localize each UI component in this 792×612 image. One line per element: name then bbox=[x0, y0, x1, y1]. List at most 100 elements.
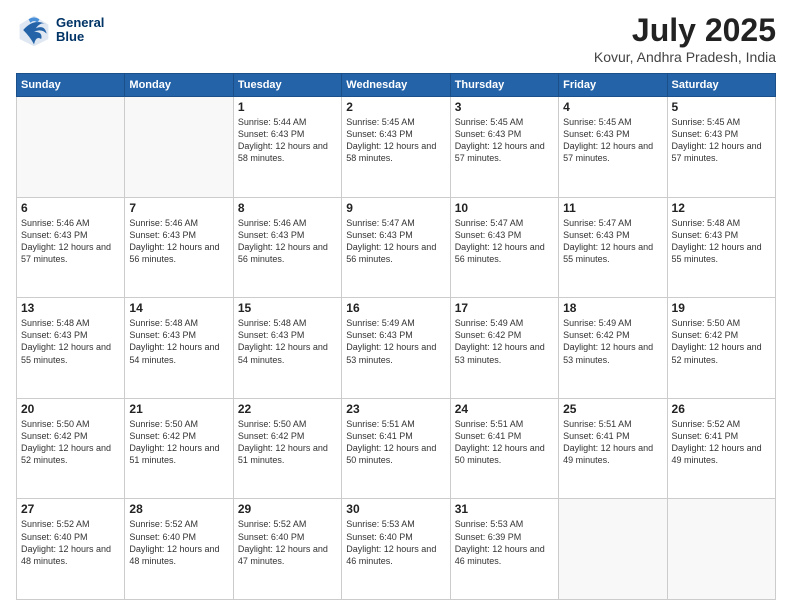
cell-info: Sunrise: 5:46 AM Sunset: 6:43 PM Dayligh… bbox=[238, 217, 337, 266]
day-number: 7 bbox=[129, 201, 228, 215]
calendar-cell: 18 Sunrise: 5:49 AM Sunset: 6:42 PM Dayli… bbox=[559, 298, 667, 399]
cell-info: Sunrise: 5:50 AM Sunset: 6:42 PM Dayligh… bbox=[129, 418, 228, 467]
calendar-row-3: 20 Sunrise: 5:50 AM Sunset: 6:42 PM Dayli… bbox=[17, 398, 776, 499]
day-number: 2 bbox=[346, 100, 445, 114]
day-number: 13 bbox=[21, 301, 120, 315]
calendar-row-4: 27 Sunrise: 5:52 AM Sunset: 6:40 PM Dayli… bbox=[17, 499, 776, 600]
day-number: 16 bbox=[346, 301, 445, 315]
day-number: 30 bbox=[346, 502, 445, 516]
calendar-cell: 20 Sunrise: 5:50 AM Sunset: 6:42 PM Dayli… bbox=[17, 398, 125, 499]
calendar-cell: 27Sunrise: 5:52 AM Sunset: 6:40 PM Dayli… bbox=[17, 499, 125, 600]
day-number: 27 bbox=[21, 502, 120, 516]
day-number: 28 bbox=[129, 502, 228, 516]
cell-info: Sunrise: 5:47 AM Sunset: 6:43 PM Dayligh… bbox=[455, 217, 554, 266]
cell-info: Sunrise: 5:45 AM Sunset: 6:43 PM Dayligh… bbox=[563, 116, 662, 165]
calendar-cell: 10 Sunrise: 5:47 AM Sunset: 6:43 PM Dayli… bbox=[450, 197, 558, 298]
calendar-cell: 26 Sunrise: 5:52 AM Sunset: 6:41 PM Dayli… bbox=[667, 398, 775, 499]
calendar-header-wednesday: Wednesday bbox=[342, 74, 450, 97]
cell-info: Sunrise: 5:48 AM Sunset: 6:43 PM Dayligh… bbox=[129, 317, 228, 366]
logo: General Blue bbox=[16, 12, 104, 48]
calendar-cell: 13Sunrise: 5:48 AM Sunset: 6:43 PM Dayli… bbox=[17, 298, 125, 399]
calendar-cell: 11 Sunrise: 5:47 AM Sunset: 6:43 PM Dayli… bbox=[559, 197, 667, 298]
cell-info: Sunrise: 5:49 AM Sunset: 6:43 PM Dayligh… bbox=[346, 317, 445, 366]
calendar-cell bbox=[559, 499, 667, 600]
calendar-cell: 31 Sunrise: 5:53 AM Sunset: 6:39 PM Dayli… bbox=[450, 499, 558, 600]
calendar-cell: 9Sunrise: 5:47 AM Sunset: 6:43 PM Daylig… bbox=[342, 197, 450, 298]
title-block: July 2025 Kovur, Andhra Pradesh, India bbox=[594, 12, 776, 65]
calendar-cell bbox=[125, 97, 233, 198]
day-number: 26 bbox=[672, 402, 771, 416]
calendar-header-monday: Monday bbox=[125, 74, 233, 97]
calendar-cell: 24Sunrise: 5:51 AM Sunset: 6:41 PM Dayli… bbox=[450, 398, 558, 499]
cell-info: Sunrise: 5:51 AM Sunset: 6:41 PM Dayligh… bbox=[563, 418, 662, 467]
calendar-cell: 15 Sunrise: 5:48 AM Sunset: 6:43 PM Dayli… bbox=[233, 298, 341, 399]
calendar-header-friday: Friday bbox=[559, 74, 667, 97]
cell-info: Sunrise: 5:45 AM Sunset: 6:43 PM Dayligh… bbox=[346, 116, 445, 165]
day-number: 17 bbox=[455, 301, 554, 315]
calendar-cell: 1 Sunrise: 5:44 AM Sunset: 6:43 PM Daylig… bbox=[233, 97, 341, 198]
subtitle: Kovur, Andhra Pradesh, India bbox=[594, 49, 776, 65]
calendar-cell: 30 Sunrise: 5:53 AM Sunset: 6:40 PM Dayli… bbox=[342, 499, 450, 600]
cell-info: Sunrise: 5:50 AM Sunset: 6:42 PM Dayligh… bbox=[21, 418, 120, 467]
day-number: 15 bbox=[238, 301, 337, 315]
cell-info: Sunrise: 5:50 AM Sunset: 6:42 PM Dayligh… bbox=[238, 418, 337, 467]
calendar-cell: 29Sunrise: 5:52 AM Sunset: 6:40 PM Dayli… bbox=[233, 499, 341, 600]
cell-info: Sunrise: 5:52 AM Sunset: 6:41 PM Dayligh… bbox=[672, 418, 771, 467]
page: General Blue July 2025 Kovur, Andhra Pra… bbox=[0, 0, 792, 612]
day-number: 12 bbox=[672, 201, 771, 215]
day-number: 23 bbox=[346, 402, 445, 416]
cell-info: Sunrise: 5:49 AM Sunset: 6:42 PM Dayligh… bbox=[563, 317, 662, 366]
cell-info: Sunrise: 5:45 AM Sunset: 6:43 PM Dayligh… bbox=[455, 116, 554, 165]
calendar-cell: 23 Sunrise: 5:51 AM Sunset: 6:41 PM Dayli… bbox=[342, 398, 450, 499]
logo-text: General Blue bbox=[56, 16, 104, 45]
calendar-cell: 7 Sunrise: 5:46 AM Sunset: 6:43 PM Daylig… bbox=[125, 197, 233, 298]
cell-info: Sunrise: 5:51 AM Sunset: 6:41 PM Dayligh… bbox=[346, 418, 445, 467]
day-number: 25 bbox=[563, 402, 662, 416]
day-number: 10 bbox=[455, 201, 554, 215]
calendar-cell: 3 Sunrise: 5:45 AM Sunset: 6:43 PM Daylig… bbox=[450, 97, 558, 198]
cell-info: Sunrise: 5:46 AM Sunset: 6:43 PM Dayligh… bbox=[129, 217, 228, 266]
day-number: 5 bbox=[672, 100, 771, 114]
cell-info: Sunrise: 5:48 AM Sunset: 6:43 PM Dayligh… bbox=[672, 217, 771, 266]
day-number: 18 bbox=[563, 301, 662, 315]
calendar-header-thursday: Thursday bbox=[450, 74, 558, 97]
day-number: 4 bbox=[563, 100, 662, 114]
day-number: 31 bbox=[455, 502, 554, 516]
calendar-cell: 14 Sunrise: 5:48 AM Sunset: 6:43 PM Dayli… bbox=[125, 298, 233, 399]
cell-info: Sunrise: 5:53 AM Sunset: 6:40 PM Dayligh… bbox=[346, 518, 445, 567]
calendar-header-row: SundayMondayTuesdayWednesdayThursdayFrid… bbox=[17, 74, 776, 97]
calendar-cell: 21Sunrise: 5:50 AM Sunset: 6:42 PM Dayli… bbox=[125, 398, 233, 499]
day-number: 14 bbox=[129, 301, 228, 315]
logo-icon bbox=[16, 12, 52, 48]
cell-info: Sunrise: 5:48 AM Sunset: 6:43 PM Dayligh… bbox=[238, 317, 337, 366]
calendar-cell: 8 Sunrise: 5:46 AM Sunset: 6:43 PM Daylig… bbox=[233, 197, 341, 298]
day-number: 11 bbox=[563, 201, 662, 215]
cell-info: Sunrise: 5:52 AM Sunset: 6:40 PM Dayligh… bbox=[238, 518, 337, 567]
calendar-cell: 6Sunrise: 5:46 AM Sunset: 6:43 PM Daylig… bbox=[17, 197, 125, 298]
day-number: 6 bbox=[21, 201, 120, 215]
calendar-cell: 4 Sunrise: 5:45 AM Sunset: 6:43 PM Daylig… bbox=[559, 97, 667, 198]
header: General Blue July 2025 Kovur, Andhra Pra… bbox=[16, 12, 776, 65]
calendar-row-0: 1 Sunrise: 5:44 AM Sunset: 6:43 PM Daylig… bbox=[17, 97, 776, 198]
cell-info: Sunrise: 5:45 AM Sunset: 6:43 PM Dayligh… bbox=[672, 116, 771, 165]
calendar-cell: 12 Sunrise: 5:48 AM Sunset: 6:43 PM Dayli… bbox=[667, 197, 775, 298]
calendar-cell: 25 Sunrise: 5:51 AM Sunset: 6:41 PM Dayli… bbox=[559, 398, 667, 499]
calendar-header-sunday: Sunday bbox=[17, 74, 125, 97]
day-number: 20 bbox=[21, 402, 120, 416]
cell-info: Sunrise: 5:44 AM Sunset: 6:43 PM Dayligh… bbox=[238, 116, 337, 165]
cell-info: Sunrise: 5:47 AM Sunset: 6:43 PM Dayligh… bbox=[563, 217, 662, 266]
calendar-header-tuesday: Tuesday bbox=[233, 74, 341, 97]
day-number: 3 bbox=[455, 100, 554, 114]
cell-info: Sunrise: 5:53 AM Sunset: 6:39 PM Dayligh… bbox=[455, 518, 554, 567]
calendar-cell bbox=[667, 499, 775, 600]
calendar-header-saturday: Saturday bbox=[667, 74, 775, 97]
day-number: 1 bbox=[238, 100, 337, 114]
cell-info: Sunrise: 5:50 AM Sunset: 6:42 PM Dayligh… bbox=[672, 317, 771, 366]
calendar-row-2: 13 Sunrise: 5:48 AM Sunset: 6:43 PM Dayli… bbox=[17, 298, 776, 399]
calendar-cell: 17Sunrise: 5:49 AM Sunset: 6:42 PM Dayli… bbox=[450, 298, 558, 399]
calendar-cell: 22Sunrise: 5:50 AM Sunset: 6:42 PM Dayli… bbox=[233, 398, 341, 499]
calendar-row-1: 6 Sunrise: 5:46 AM Sunset: 6:43 PM Daylig… bbox=[17, 197, 776, 298]
cell-info: Sunrise: 5:47 AM Sunset: 6:43 PM Dayligh… bbox=[346, 217, 445, 266]
day-number: 8 bbox=[238, 201, 337, 215]
day-number: 24 bbox=[455, 402, 554, 416]
